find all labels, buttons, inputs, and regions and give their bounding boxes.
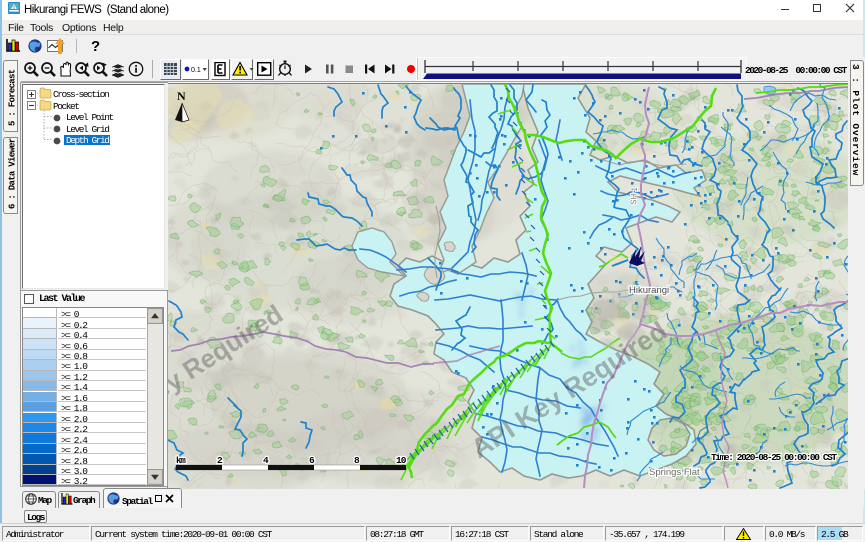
svg-text:10: 10 [396,455,407,466]
svg-text:Hikurangi: Hikurangi [629,285,669,296]
svg-text:3 : Plot Overview: 3 : Plot Overview [850,64,861,176]
svg-text:5 : Forecast: 5 : Forecast [8,69,18,126]
svg-text:SH 1: SH 1 [629,186,639,205]
svg-text:N: N [177,89,186,103]
svg-text:Time: 2020-08-25 00:00:00 CST: Time: 2020-08-25 00:00:00 CST [711,452,837,463]
svg-text:0.1: 0.1 [191,67,201,74]
svg-text:Springs Flat: Springs Flat [649,467,700,478]
svg-text:6 : Data Viewer: 6 : Data Viewer [8,138,18,209]
